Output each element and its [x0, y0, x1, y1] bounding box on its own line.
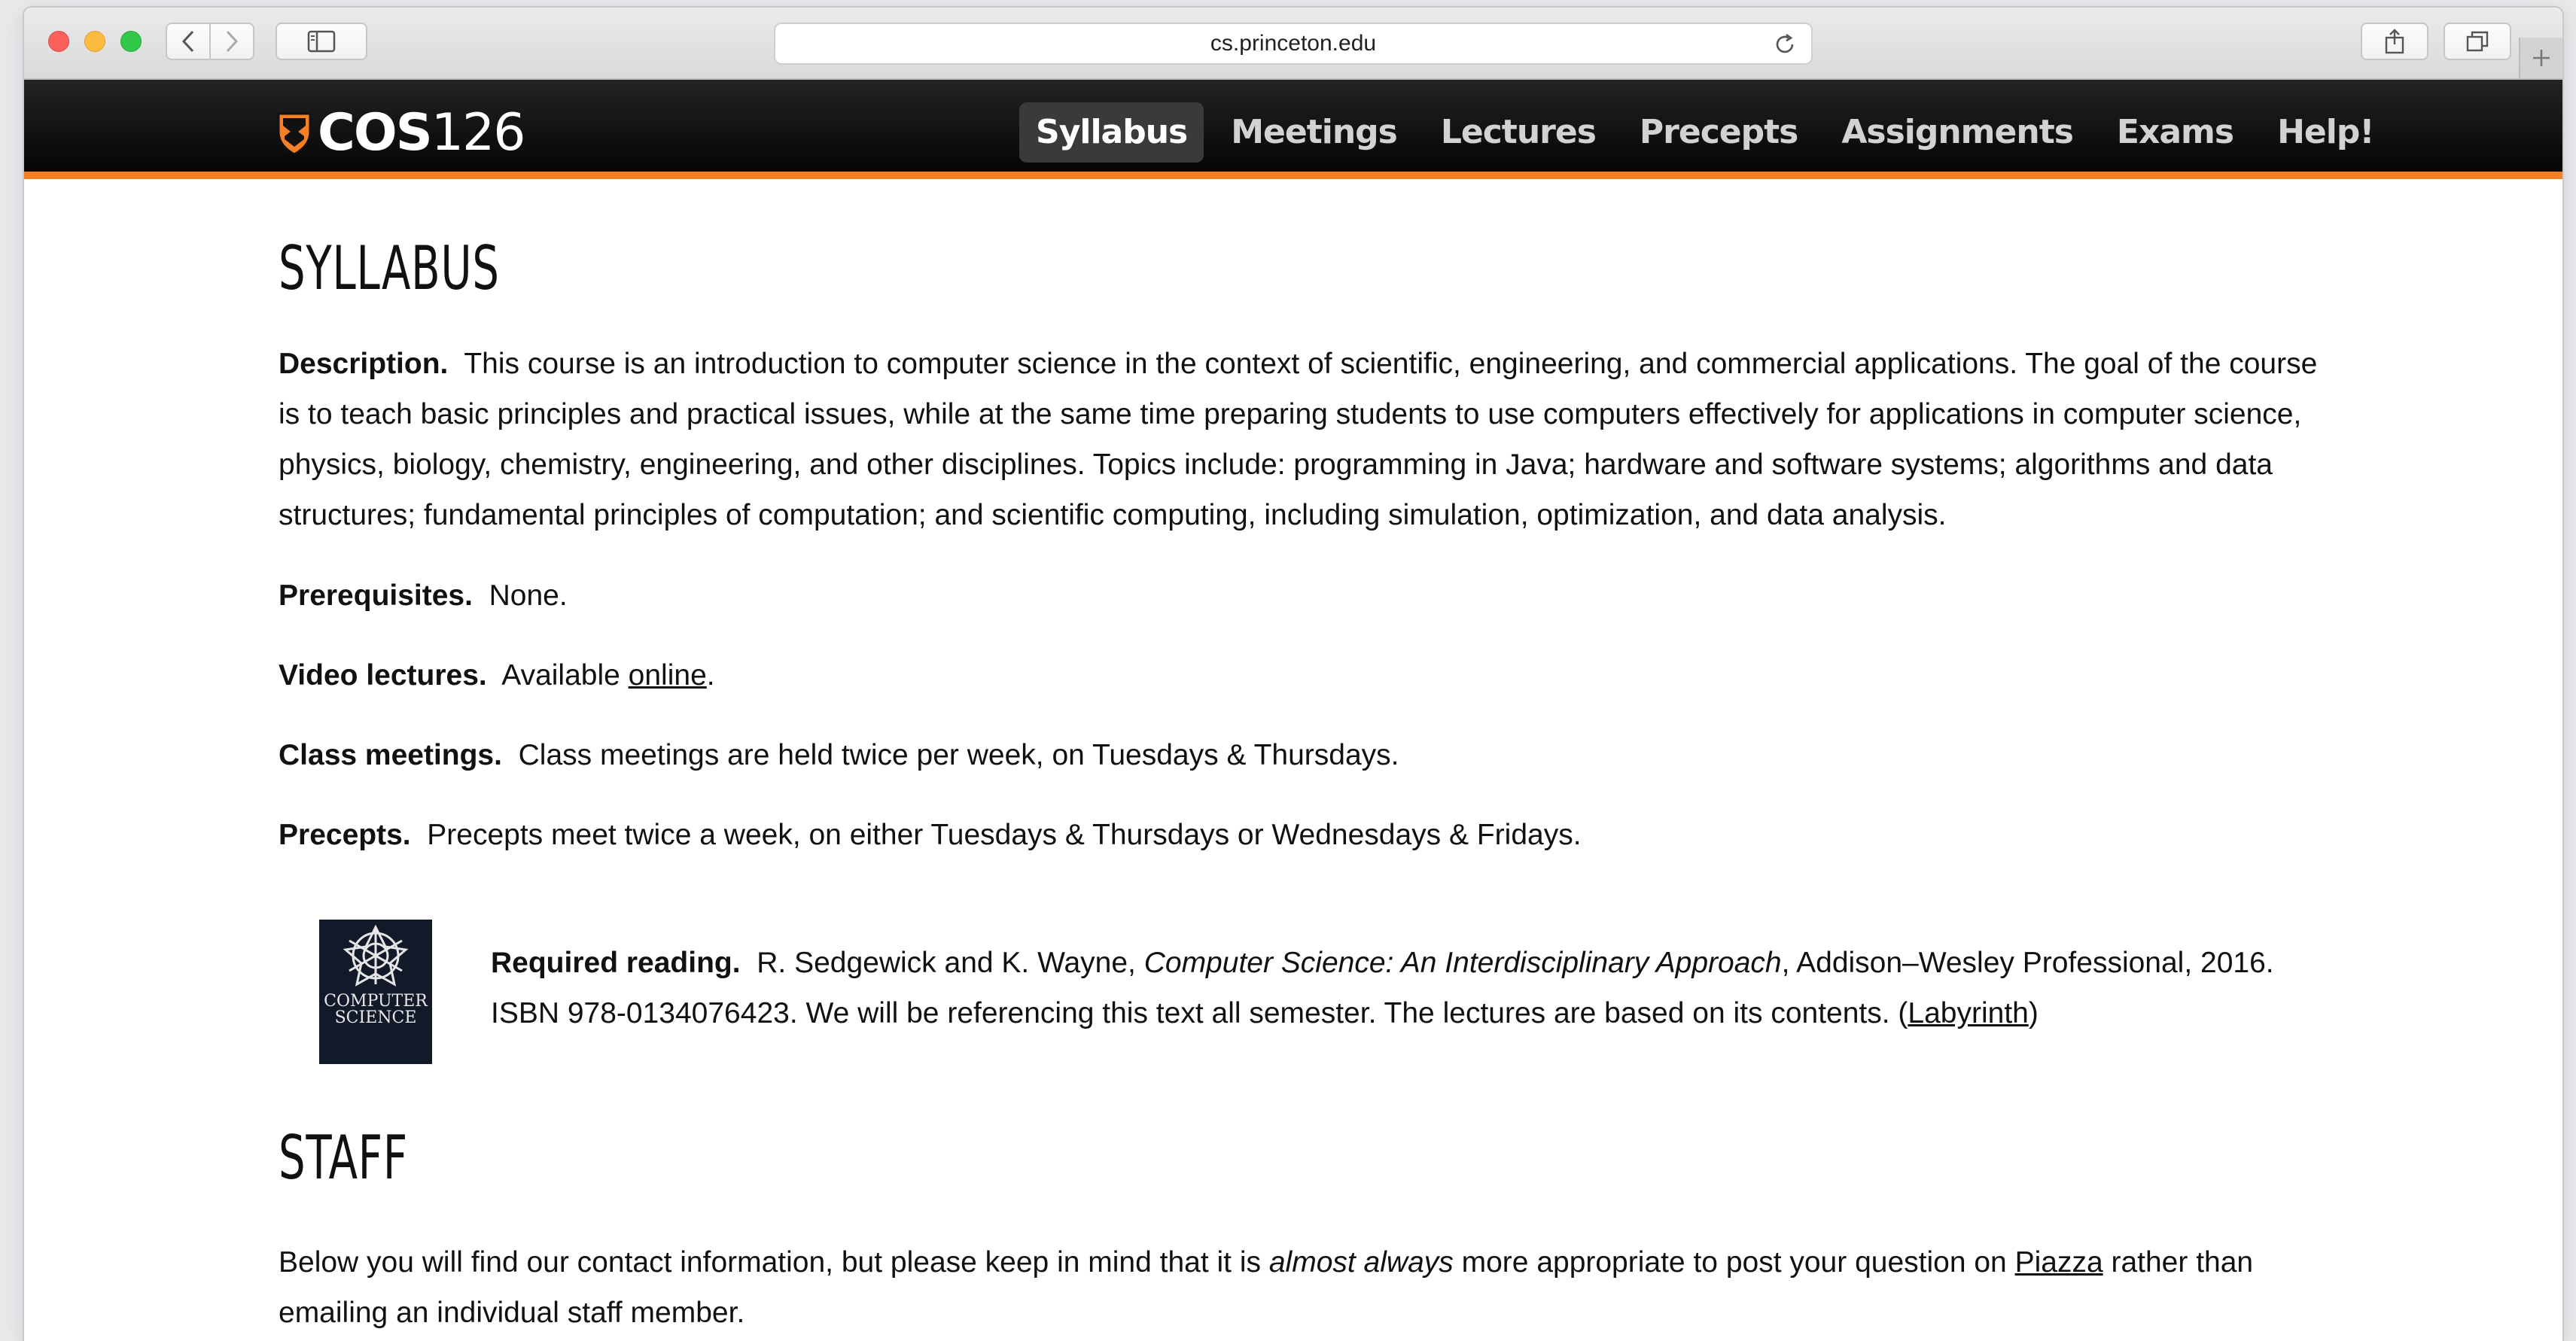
video-lectures-paragraph: Video lectures. Available online. [279, 650, 2341, 701]
minimize-window-button[interactable] [84, 31, 105, 52]
close-window-button[interactable] [48, 31, 69, 52]
online-link[interactable]: online [629, 659, 707, 692]
syllabus-heading: SYLLABUS [279, 233, 500, 303]
back-button[interactable] [166, 23, 211, 60]
prerequisites-text: None. [489, 579, 568, 612]
video-lectures-text: Available [501, 659, 620, 692]
reading-book-title: Computer Science: An Interdisciplinary A… [1143, 947, 1782, 979]
logo-text-number: 126 [431, 102, 526, 163]
browser-toolbar: cs.princeton.edu [24, 8, 2562, 80]
nav-exams[interactable]: Exams [2100, 102, 2250, 163]
precepts-label: Precepts. [279, 819, 411, 851]
staff-text-before: Below you will find our contact informat… [279, 1246, 1262, 1279]
precepts-text: Precepts meet twice a week, on either Tu… [427, 819, 1582, 851]
tab-overview-button[interactable] [2444, 23, 2511, 60]
url-text: cs.princeton.edu [1210, 31, 1377, 56]
cover-title-line-2: SCIENCE [334, 1008, 417, 1027]
required-reading-paragraph: Required reading. R. Sedgewick and K. Wa… [491, 938, 2343, 1038]
textbook-star-graphic [343, 924, 409, 987]
address-bar[interactable]: cs.princeton.edu [774, 23, 1813, 65]
reading-close-paren: ) [2028, 997, 2039, 1029]
logo-text-bold: COS [318, 102, 433, 163]
reading-authors: R. Sedgewick and K. Wayne, [757, 947, 1136, 979]
sidebar-icon [307, 30, 336, 53]
browser-window: cs.princeton.edu COS 126 Syllabus Meeting… [24, 8, 2562, 1341]
prerequisites-label: Prerequisites. [279, 579, 473, 612]
reload-icon[interactable] [1772, 32, 1798, 57]
class-meetings-paragraph: Class meetings. Class meetings are held … [279, 730, 2341, 780]
nav-syllabus[interactable]: Syllabus [1019, 102, 1204, 163]
staff-text-middle: more appropriate to post your question o… [1461, 1246, 2007, 1279]
nav-meetings[interactable]: Meetings [1214, 102, 1414, 163]
forward-button[interactable] [209, 23, 254, 60]
textbook-cover-title: COMPUTER SCIENCE [319, 993, 432, 1026]
textbook-cover-image: COMPUTER SCIENCE [319, 920, 432, 1064]
site-logo[interactable]: COS 126 [276, 102, 526, 163]
nav-lectures[interactable]: Lectures [1424, 102, 1612, 163]
share-icon [2385, 29, 2404, 54]
description-text: This course is an introduction to comput… [279, 348, 2318, 531]
cover-title-line-1: COMPUTER [324, 992, 428, 1011]
tabs-icon [2466, 31, 2489, 52]
piazza-link[interactable]: Piazza [2015, 1246, 2103, 1279]
site-header: COS 126 Syllabus Meetings Lectures Precep… [24, 80, 2562, 179]
prerequisites-paragraph: Prerequisites. None. [279, 570, 2341, 621]
staff-heading: STAFF [279, 1123, 408, 1193]
class-meetings-text: Class meetings are held twice per week, … [518, 739, 1399, 771]
nav-help[interactable]: Help! [2261, 102, 2390, 163]
nav-assignments[interactable]: Assignments [1825, 102, 2090, 163]
chevron-right-icon [226, 30, 239, 53]
required-reading-label: Required reading. [491, 947, 741, 979]
princeton-shield-icon [277, 112, 312, 156]
site-nav: Syllabus Meetings Lectures Precepts Assi… [1019, 102, 2401, 163]
zoom-window-button[interactable] [120, 31, 142, 52]
class-meetings-label: Class meetings. [279, 739, 502, 771]
chevron-left-icon [181, 30, 194, 53]
precepts-paragraph: Precepts. Precepts meet twice a week, on… [279, 810, 2341, 860]
description-paragraph: Description. This course is an introduct… [279, 339, 2341, 540]
video-lectures-label: Video lectures. [279, 659, 487, 692]
labyrinth-link[interactable]: Labyrinth [1908, 997, 2028, 1029]
new-tab-button[interactable] [2519, 38, 2562, 78]
description-label: Description. [279, 348, 449, 380]
nav-precepts[interactable]: Precepts [1623, 102, 1814, 163]
plus-icon [2533, 50, 2550, 66]
staff-emphasis: almost always [1268, 1246, 1454, 1279]
sidebar-toggle-button[interactable] [276, 23, 367, 60]
video-lectures-period: . [706, 659, 715, 692]
staff-paragraph: Below you will find our contact informat… [279, 1237, 2341, 1338]
share-button[interactable] [2361, 23, 2428, 60]
